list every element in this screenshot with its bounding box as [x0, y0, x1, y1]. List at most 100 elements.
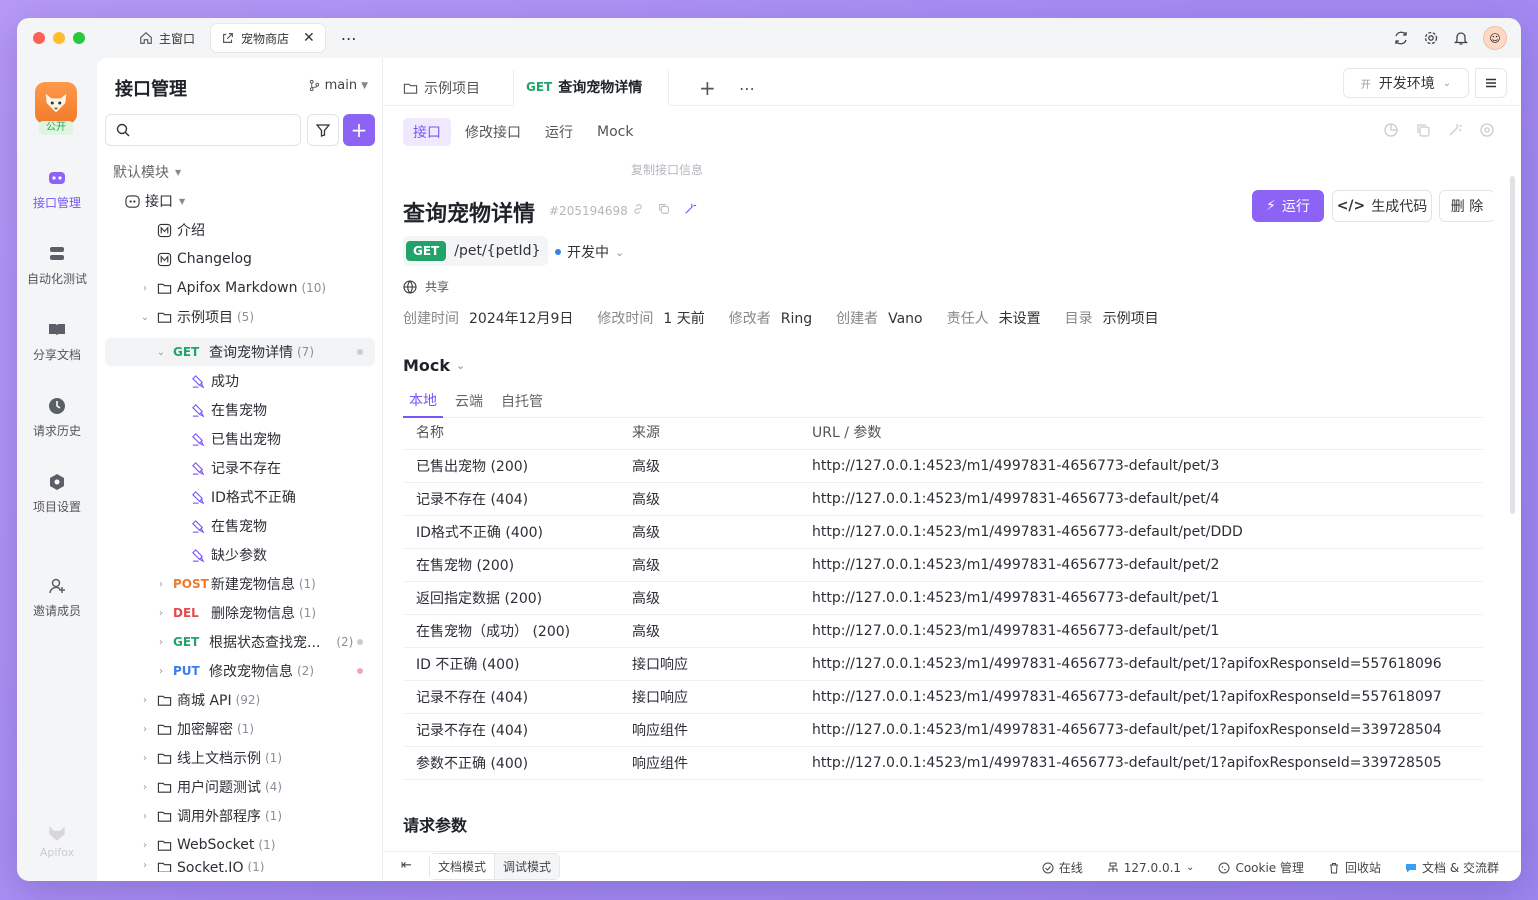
tree-item[interactable]: › PUT 修改宠物信息 (2) — [155, 657, 375, 685]
mock-url[interactable]: http://127.0.0.1:4523/m1/4997831-4656773… — [799, 548, 1483, 582]
table-row[interactable]: ID 不正确 (400) 接口响应 http://127.0.0.1:4523/m1… — [403, 647, 1483, 681]
tree-case-item[interactable]: ID格式不正确 — [191, 483, 296, 511]
tree-item[interactable]: 默认模块 ▼ — [113, 158, 181, 186]
tree-item[interactable]: › GET 根据状态查找宠... (2) — [155, 628, 375, 656]
tree-item[interactable]: › 线上文档示例 (1) — [139, 744, 282, 772]
docs-community[interactable]: 文档 & 交流群 — [1405, 859, 1499, 876]
table-row[interactable]: 记录不存在 (404) 响应组件 http://127.0.0.1:4523/m1/… — [403, 713, 1483, 747]
close-window-button[interactable] — [33, 32, 45, 44]
tree-case-item[interactable]: 在售宠物 — [191, 396, 267, 424]
add-api-button[interactable]: + — [343, 114, 375, 146]
tree-item[interactable]: Changelog — [157, 245, 252, 273]
close-tab-icon[interactable]: ✕ — [303, 30, 315, 46]
copy-icon[interactable] — [1415, 122, 1431, 138]
table-row[interactable]: 参数不正确 (400) 响应组件 http://127.0.0.1:4523/m1/… — [403, 746, 1483, 780]
more-tabs-button[interactable]: ⋯ — [331, 24, 367, 52]
link-icon[interactable] — [631, 202, 645, 216]
minimize-window-button[interactable] — [53, 32, 65, 44]
tree-item[interactable]: 介绍 — [157, 216, 205, 244]
project-logo[interactable] — [35, 82, 77, 124]
tree-case-item[interactable]: 缺少参数 — [191, 541, 267, 569]
table-row[interactable]: 记录不存在 (404) 接口响应 http://127.0.0.1:4523/m1/… — [403, 680, 1483, 714]
collapse-sidebar-icon[interactable]: ⇤ — [401, 858, 412, 873]
settings-icon[interactable] — [1479, 122, 1495, 138]
status-selector[interactable]: 开发中 ⌄ — [555, 242, 624, 262]
rail-item-history[interactable]: 请求历史 — [17, 396, 97, 439]
magic-wand-icon[interactable] — [1447, 122, 1463, 138]
rail-item-invite[interactable]: 邀请成员 — [17, 576, 97, 619]
online-status[interactable]: 在线 — [1042, 859, 1083, 876]
mock-url[interactable]: http://127.0.0.1:4523/m1/4997831-4656773… — [799, 482, 1483, 516]
mock-url[interactable]: http://127.0.0.1:4523/m1/4997831-4656773… — [799, 581, 1483, 615]
bell-icon[interactable] — [1453, 30, 1469, 46]
cookie-manager[interactable]: Cookie 管理 — [1218, 859, 1304, 876]
table-row[interactable]: 已售出宠物 (200) 高级 http://127.0.0.1:4523/m1/49… — [403, 449, 1483, 483]
search-input[interactable] — [136, 122, 296, 138]
mock-url[interactable]: http://127.0.0.1:4523/m1/4997831-4656773… — [799, 449, 1483, 483]
tree-case-item[interactable]: 记录不存在 — [191, 454, 281, 482]
debug-mode-button[interactable]: 调试模式 — [495, 854, 560, 879]
subtab-mock[interactable]: Mock — [587, 118, 643, 146]
delete-button[interactable]: 删 除 — [1439, 190, 1493, 222]
tab-example-project[interactable]: 示例项目 — [403, 70, 480, 106]
table-row[interactable]: 返回指定数据 (200) 高级 http://127.0.0.1:4523/m1/4… — [403, 581, 1483, 615]
tree-case-item[interactable]: 在售宠物 — [191, 512, 267, 540]
table-row[interactable]: 记录不存在 (404) 高级 http://127.0.0.1:4523/m1/49… — [403, 482, 1483, 516]
rail-item-api-management[interactable]: 接口管理 — [17, 168, 97, 211]
tree-item[interactable]: ⌄ 示例项目 (5) — [139, 303, 254, 331]
table-row[interactable]: 在售宠物 (200) 高级 http://127.0.0.1:4523/m1/499… — [403, 548, 1483, 582]
tree-item[interactable]: › 用户问题测试 (4) — [139, 773, 282, 801]
table-row[interactable]: ID格式不正确 (400) 高级 http://127.0.0.1:4523/m1/… — [403, 515, 1483, 549]
rail-item-share-docs[interactable]: 分享文档 — [17, 320, 97, 363]
new-tab-button[interactable]: + — [699, 70, 716, 106]
recycle-bin[interactable]: 回收站 — [1328, 859, 1381, 876]
subtab-edit[interactable]: 修改接口 — [455, 118, 531, 146]
window-tab-pet-store[interactable]: 宠物商店 ✕ — [211, 24, 325, 52]
tree-case-item[interactable]: 已售出宠物 — [191, 425, 281, 453]
subtab-run[interactable]: 运行 — [535, 118, 583, 146]
tree-item[interactable]: › WebSocket (1) — [139, 831, 275, 859]
mock-url[interactable]: http://127.0.0.1:4523/m1/4997831-4656773… — [799, 614, 1483, 648]
more-tabs-button[interactable]: ⋯ — [739, 70, 755, 106]
run-button[interactable]: ⚡ 运行 — [1252, 190, 1324, 222]
doc-mode-button[interactable]: 文档模式 — [430, 854, 496, 879]
mock-tab-local[interactable]: 本地 — [403, 384, 443, 418]
tree-case-item[interactable]: 成功 — [191, 367, 239, 395]
subtab-api[interactable]: 接口 — [403, 118, 451, 146]
mock-url[interactable]: http://127.0.0.1:4523/m1/4997831-4656773… — [799, 647, 1483, 681]
gear-icon[interactable] — [1423, 30, 1439, 46]
mock-url[interactable]: http://127.0.0.1:4523/m1/4997831-4656773… — [799, 515, 1483, 549]
mock-url[interactable]: http://127.0.0.1:4523/m1/4997831-4656773… — [799, 713, 1483, 747]
tree-item[interactable]: › POST 新建宠物信息 (1) — [155, 570, 375, 598]
maximize-window-button[interactable] — [73, 32, 85, 44]
tree-item[interactable]: › Socket.IO (1) — [139, 860, 264, 872]
filter-button[interactable] — [307, 114, 339, 146]
mock-url[interactable]: http://127.0.0.1:4523/m1/4997831-4656773… — [799, 680, 1483, 714]
tree-item-selected[interactable]: ⌄ GET 查询宠物详情 (7) — [155, 338, 375, 366]
pie-chart-icon[interactable] — [1383, 122, 1399, 138]
mock-url[interactable]: http://127.0.0.1:4523/m1/4997831-4656773… — [799, 746, 1483, 780]
tab-get-pet-detail[interactable]: GET 查询宠物详情 — [513, 70, 669, 106]
refresh-icon[interactable] — [1393, 30, 1409, 46]
hamburger-menu-button[interactable] — [1475, 68, 1507, 98]
magic-wand-icon[interactable] — [683, 202, 697, 216]
table-row[interactable]: 在售宠物（成功） (200) 高级 http://127.0.0.1:4523/m1… — [403, 614, 1483, 648]
generate-code-button[interactable]: </> 生成代码 — [1332, 190, 1432, 222]
rail-item-automation[interactable]: 自动化测试 — [17, 244, 97, 287]
tree-item[interactable]: 接口 ▼ — [125, 187, 185, 215]
search-box[interactable] — [105, 114, 301, 146]
mock-tab-cloud[interactable]: 云端 — [449, 384, 489, 418]
tree-item[interactable]: › 调用外部程序 (1) — [139, 802, 282, 830]
window-tab-home[interactable]: 主窗口 — [129, 24, 205, 52]
mock-section-toggle[interactable]: Mock ⌄ — [403, 356, 465, 375]
environment-selector[interactable]: 开 开发环境 ⌄ — [1343, 68, 1469, 98]
proxy-selector[interactable]: 127.0.0.1 ⌄ — [1107, 861, 1194, 875]
tree-item[interactable]: › 加密解密 (1) — [139, 715, 254, 743]
copy-icon[interactable] — [657, 202, 671, 216]
branch-selector[interactable]: main ▼ — [308, 78, 368, 93]
tree-item[interactable]: › DEL 删除宠物信息 (1) — [155, 599, 375, 627]
tree-item[interactable]: › 商城 API (92) — [139, 686, 260, 714]
vertical-scrollbar[interactable] — [1510, 176, 1515, 514]
rail-item-project-settings[interactable]: 项目设置 — [17, 472, 97, 515]
tree-item[interactable]: › Apifox Markdown (10) — [139, 274, 326, 302]
